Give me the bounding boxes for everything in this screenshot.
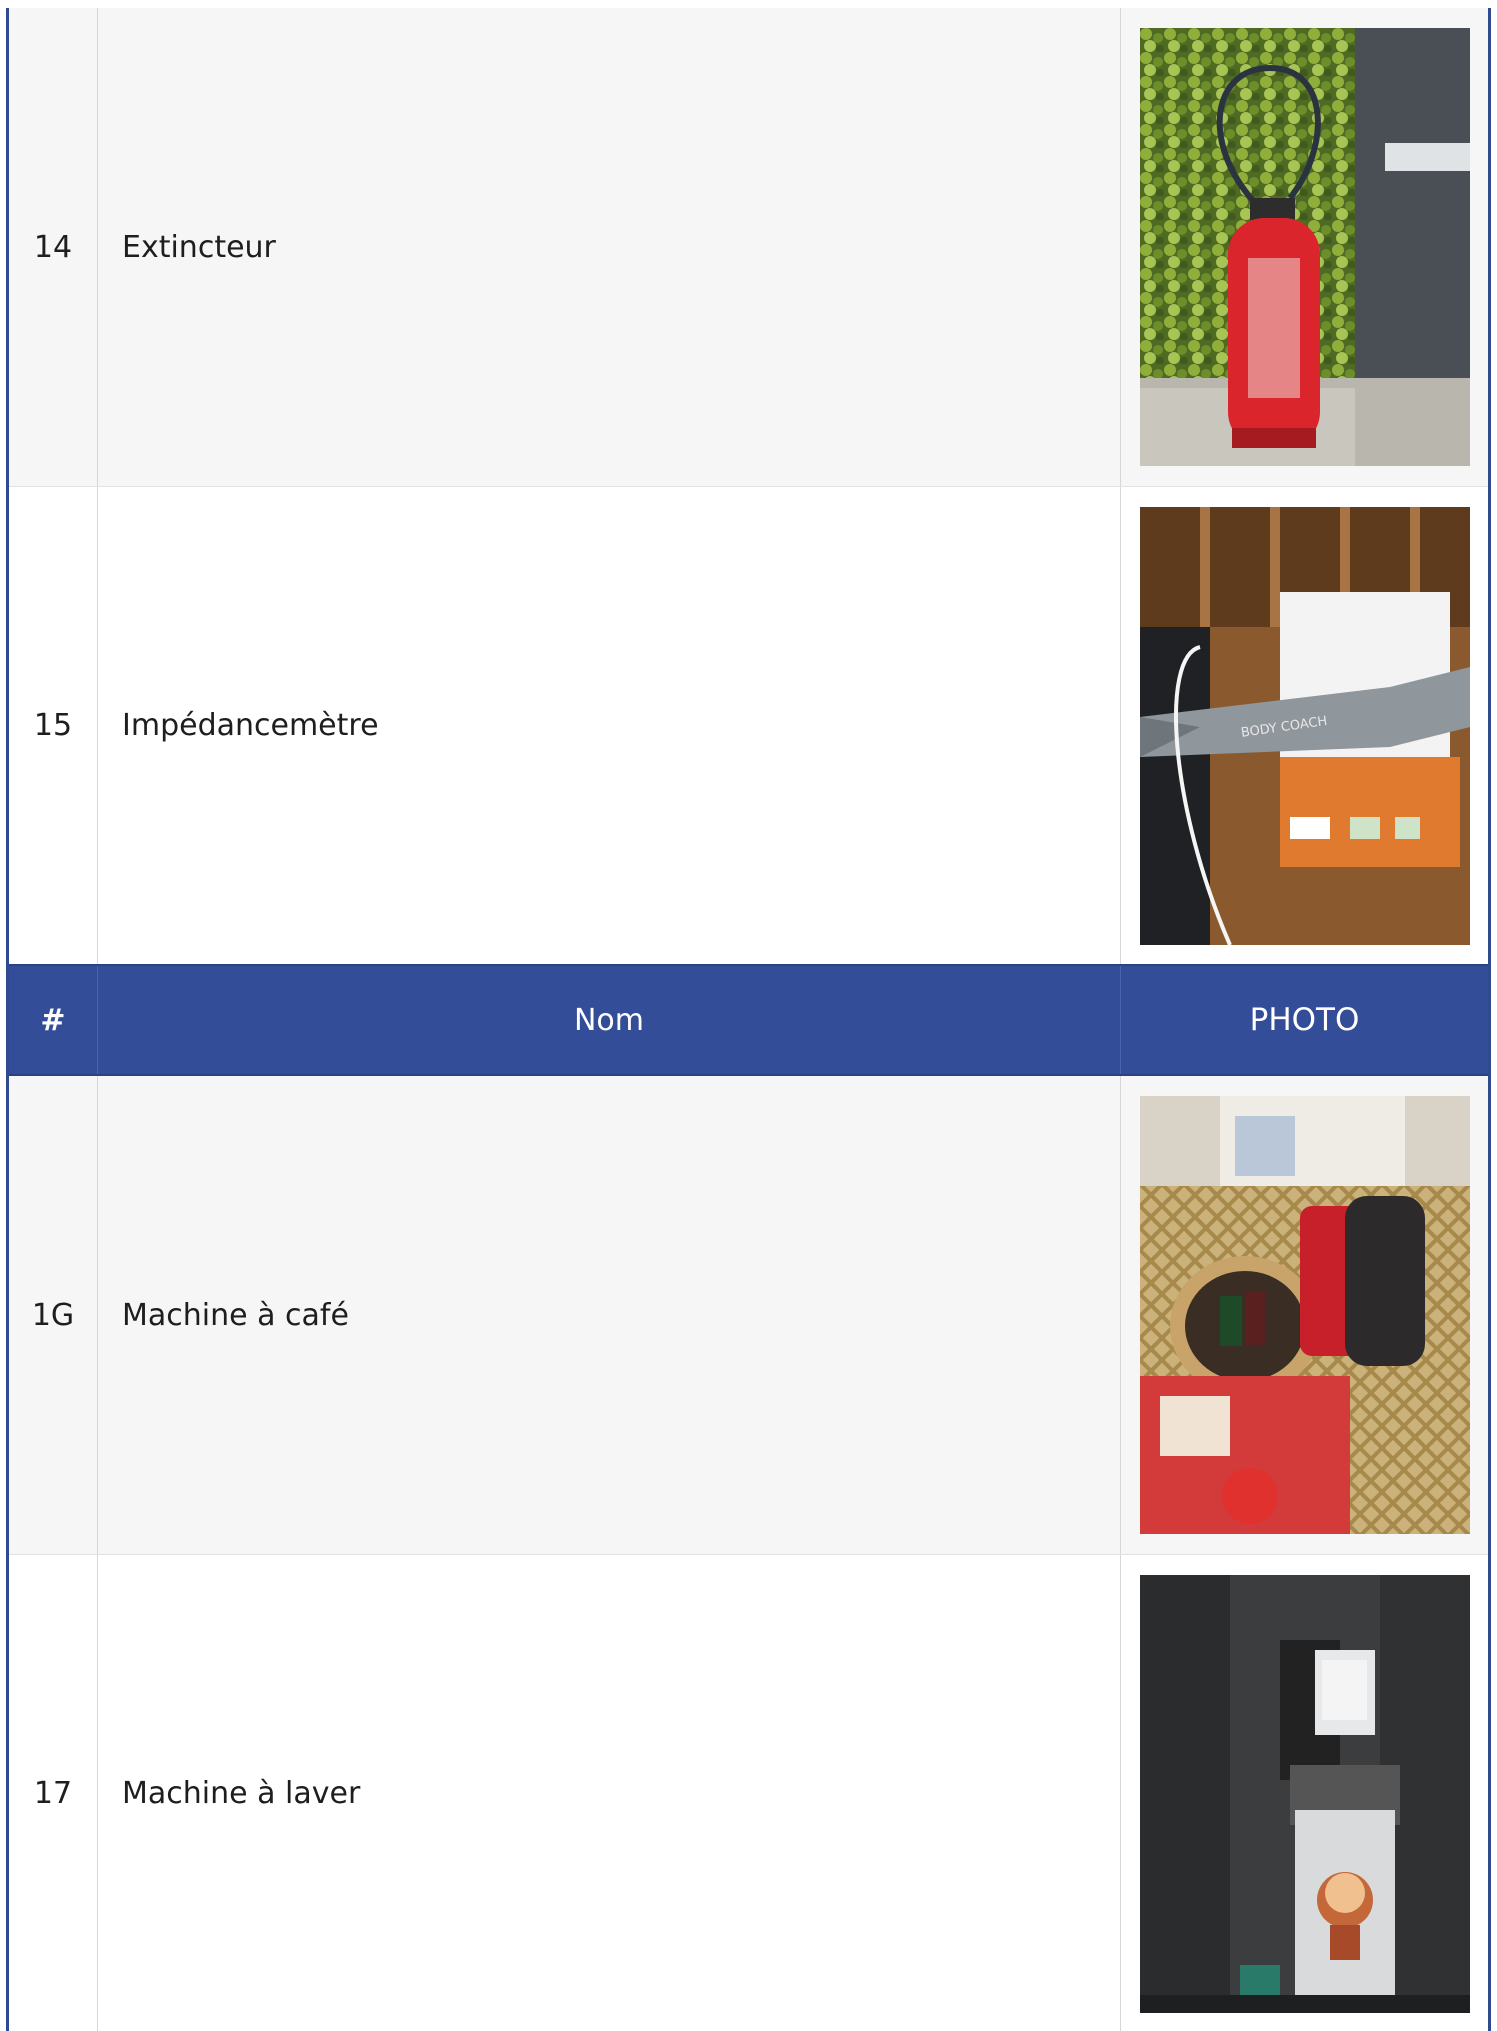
table-header: # Nom PHOTO xyxy=(9,964,1488,1076)
table-row: 14 Extincteur xyxy=(9,8,1488,486)
table-row: 1G Machine à café xyxy=(9,1076,1488,1554)
row-number: 1G xyxy=(9,1076,98,1554)
fire-extinguisher-photo xyxy=(1139,28,1470,466)
photo-cell xyxy=(1121,1076,1488,1554)
row-name: Impédancemètre xyxy=(98,487,1121,964)
table-row: 15 Impédancemètre BODY COACH xyxy=(9,486,1488,964)
header-photo: PHOTO xyxy=(1249,1002,1360,1038)
photo-cell xyxy=(1121,8,1488,486)
row-name: Machine à laver xyxy=(98,1555,1121,2031)
washing-machine-photo xyxy=(1139,1574,1470,2013)
page: 14 Extincteur 15 Impédancemètre BODY COA… xyxy=(0,0,1497,2031)
row-number: 14 xyxy=(9,8,98,486)
coffee-machine-photo xyxy=(1139,1096,1470,1534)
row-number: 17 xyxy=(9,1555,98,2031)
photo-cell: BODY COACH xyxy=(1121,487,1488,964)
row-name: Extincteur xyxy=(98,8,1121,486)
table-row: 17 Machine à laver xyxy=(9,1554,1488,2031)
equipment-table: 14 Extincteur 15 Impédancemètre BODY COA… xyxy=(6,8,1491,2031)
header-name: Nom xyxy=(98,966,1121,1074)
row-number: 15 xyxy=(9,487,98,964)
photo-cell xyxy=(1121,1555,1488,2031)
header-number: # xyxy=(9,966,98,1074)
row-name: Machine à café xyxy=(98,1076,1121,1554)
impedance-meter-photo: BODY COACH xyxy=(1139,506,1470,945)
